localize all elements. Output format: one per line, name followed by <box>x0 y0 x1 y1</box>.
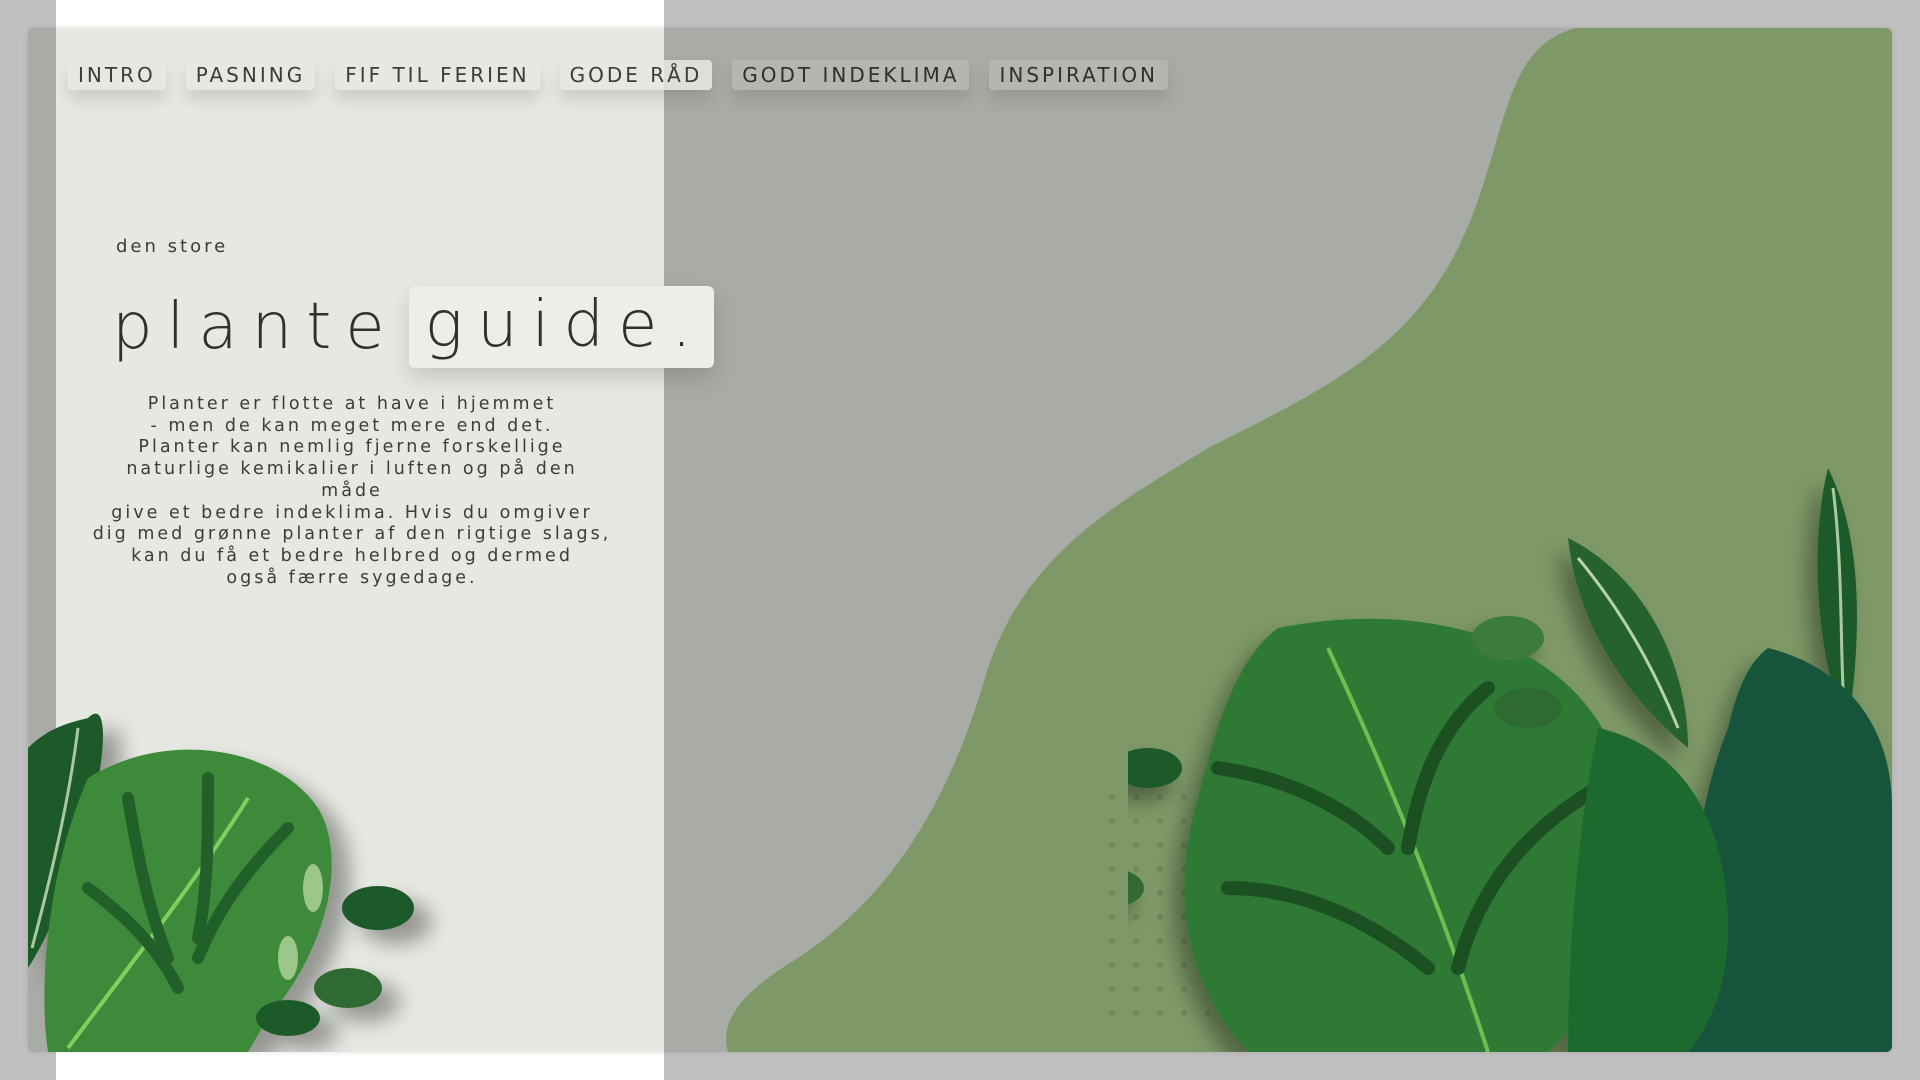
hero-kicker: den store <box>116 236 229 257</box>
monstera-leaves-illustration <box>28 713 414 1052</box>
intro-paragraph: Planter er flotte at have i hjemmet - me… <box>92 394 612 589</box>
intro-line: Planter kan nemlig fjerne forskellige <box>138 437 566 458</box>
grid-dot <box>1109 890 1115 896</box>
nav-item-gode-raad[interactable]: GODE RÅD <box>559 60 713 90</box>
title-plain: plante <box>112 290 399 364</box>
intro-line: kan du få et bedre helbred og dermed <box>131 545 573 566</box>
nav-item-fif-til-ferien[interactable]: FIF TIL FERIEN <box>335 60 540 90</box>
intro-line: - men de kan meget mere end det. <box>150 415 554 436</box>
intro-line: give et bedre indeklima. Hvis du omgiver <box>111 502 593 523</box>
grid-dot <box>1109 914 1115 920</box>
nav-item-inspiration[interactable]: INSPIRATION <box>989 60 1169 90</box>
nav-item-intro[interactable]: INTRO <box>68 60 166 90</box>
grid-dot <box>1109 842 1115 848</box>
title-highlight: guide. <box>408 286 714 368</box>
grid-dot <box>1109 818 1115 824</box>
intro-line: naturlige kemikalier i luften og på den … <box>126 459 578 501</box>
monstera-calathea-leaves-illustration <box>1128 468 1892 1052</box>
page-canvas: INTRO PASNING FIF TIL FERIEN GODE RÅD GO… <box>28 28 1892 1052</box>
nav-item-pasning[interactable]: PASNING <box>185 60 316 90</box>
nav-item-godt-indeklima[interactable]: GODT INDEKLIMA <box>732 60 970 90</box>
grid-dot <box>1109 794 1115 800</box>
intro-line: også færre sygedage. <box>226 567 478 588</box>
page-title: plante guide. <box>112 286 714 368</box>
grid-dot <box>1109 962 1115 968</box>
grid-dot <box>1109 866 1115 872</box>
grid-dot <box>1109 1010 1115 1016</box>
intro-line: dig med grønne planter af den rigtige sl… <box>92 524 612 545</box>
grid-dot <box>1109 938 1115 944</box>
top-navigation: INTRO PASNING FIF TIL FERIEN GODE RÅD GO… <box>68 60 1169 90</box>
grid-dot <box>1109 986 1115 992</box>
intro-line: Planter er flotte at have i hjemmet <box>147 394 557 414</box>
